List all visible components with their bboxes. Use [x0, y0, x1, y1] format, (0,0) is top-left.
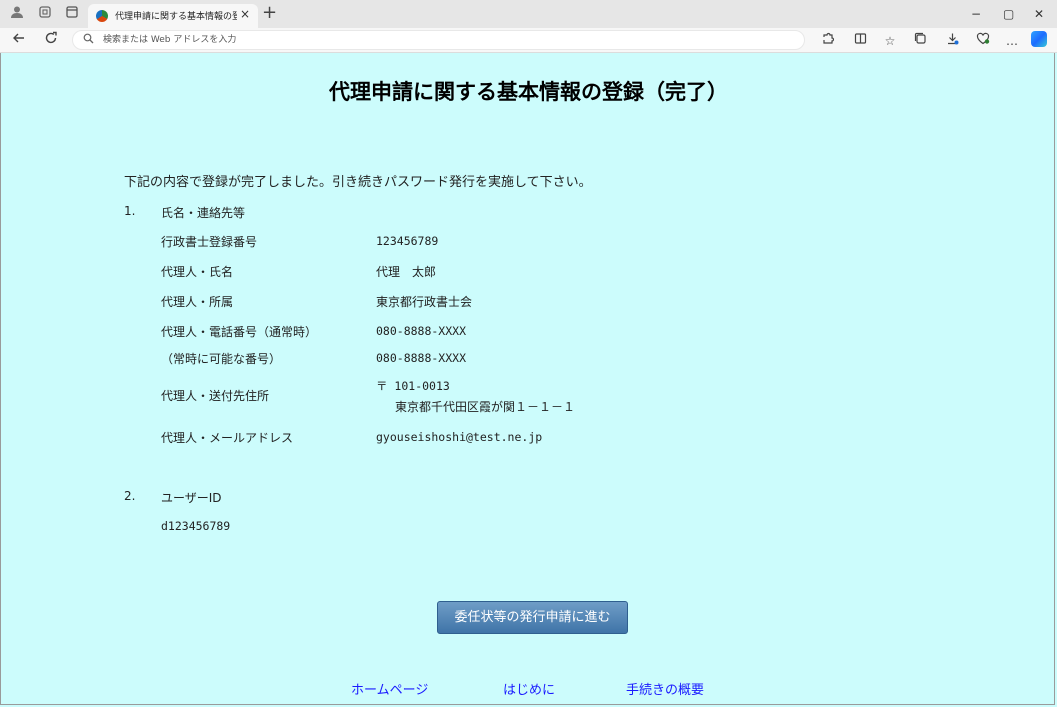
search-icon [83, 33, 94, 47]
label-agent-affiliation: 代理人・所属 [161, 295, 234, 309]
address-bar-row: ☆ … [0, 28, 1057, 53]
favicon-icon [96, 10, 108, 22]
section1-number: 1. [124, 204, 136, 218]
tab-bar: 代理申請に関する基本情報の登録 × + − ▢ ✕ [0, 0, 1057, 28]
copilot-icon[interactable] [1031, 31, 1047, 47]
downloads-icon[interactable] [943, 32, 961, 50]
address-input[interactable] [103, 33, 703, 47]
intro-text: 下記の内容で登録が完了しました。引き続きパスワード発行を実施して下さい。 [124, 175, 592, 190]
value-postal-code: 〒 101-0013 [376, 379, 450, 393]
page-title: 代理申請に関する基本情報の登録（完了） [329, 80, 728, 104]
value-registration-number: 123456789 [376, 234, 439, 248]
vertical-tabs-icon[interactable] [63, 5, 81, 23]
proceed-button[interactable]: 委任状等の発行申請に進む [437, 601, 628, 634]
new-tab-button[interactable]: + [262, 3, 277, 23]
profile-icon[interactable] [8, 5, 26, 23]
tab-close-icon[interactable]: × [240, 7, 250, 21]
tab-title: 代理申請に関する基本情報の登録 [115, 12, 237, 22]
value-agent-name: 代理 太郎 [376, 265, 437, 279]
maximize-button[interactable]: ▢ [1003, 5, 1014, 23]
workspaces-icon[interactable] [36, 5, 54, 23]
value-address: 東京都千代田区霞が関１－１－１ [395, 400, 576, 414]
link-introduction[interactable]: はじめに [503, 679, 555, 698]
value-phone-normal: 080-8888-XXXX [376, 324, 467, 338]
section2-title: ユーザーID [161, 491, 222, 505]
reading-view-icon[interactable] [851, 32, 869, 50]
value-user-id: d123456789 [161, 519, 231, 533]
favorites-star-icon[interactable]: ☆ [881, 32, 899, 50]
tab-active[interactable]: 代理申請に関する基本情報の登録 × [88, 4, 258, 28]
more-menu-icon[interactable]: … [1003, 32, 1021, 50]
address-bar[interactable] [72, 30, 805, 50]
health-heart-icon[interactable] [974, 32, 992, 50]
extensions-icon[interactable] [818, 32, 836, 50]
section2-number: 2. [124, 489, 136, 503]
label-address: 代理人・送付先住所 [161, 389, 270, 403]
value-phone-always: 080-8888-XXXX [376, 351, 467, 365]
back-button[interactable] [12, 30, 26, 50]
value-agent-affiliation: 東京都行政書士会 [376, 295, 473, 309]
section1-title: 氏名・連絡先等 [161, 206, 246, 220]
refresh-button[interactable] [44, 30, 58, 50]
label-phone-always: （常時に可能な番号） [161, 352, 282, 366]
label-agent-name: 代理人・氏名 [161, 265, 234, 279]
link-procedure-overview[interactable]: 手続きの概要 [626, 679, 704, 698]
collections-icon[interactable] [911, 32, 929, 50]
value-email: gyouseishoshi@test.ne.jp [376, 430, 543, 444]
label-registration-number: 行政書士登録番号 [161, 235, 258, 249]
label-email: 代理人・メールアドレス [161, 431, 294, 445]
close-window-button[interactable]: ✕ [1034, 5, 1044, 23]
minimize-button[interactable]: − [971, 5, 981, 23]
link-homepage[interactable]: ホームページ [351, 679, 428, 698]
label-phone-normal: 代理人・電話番号（通常時） [161, 325, 318, 339]
